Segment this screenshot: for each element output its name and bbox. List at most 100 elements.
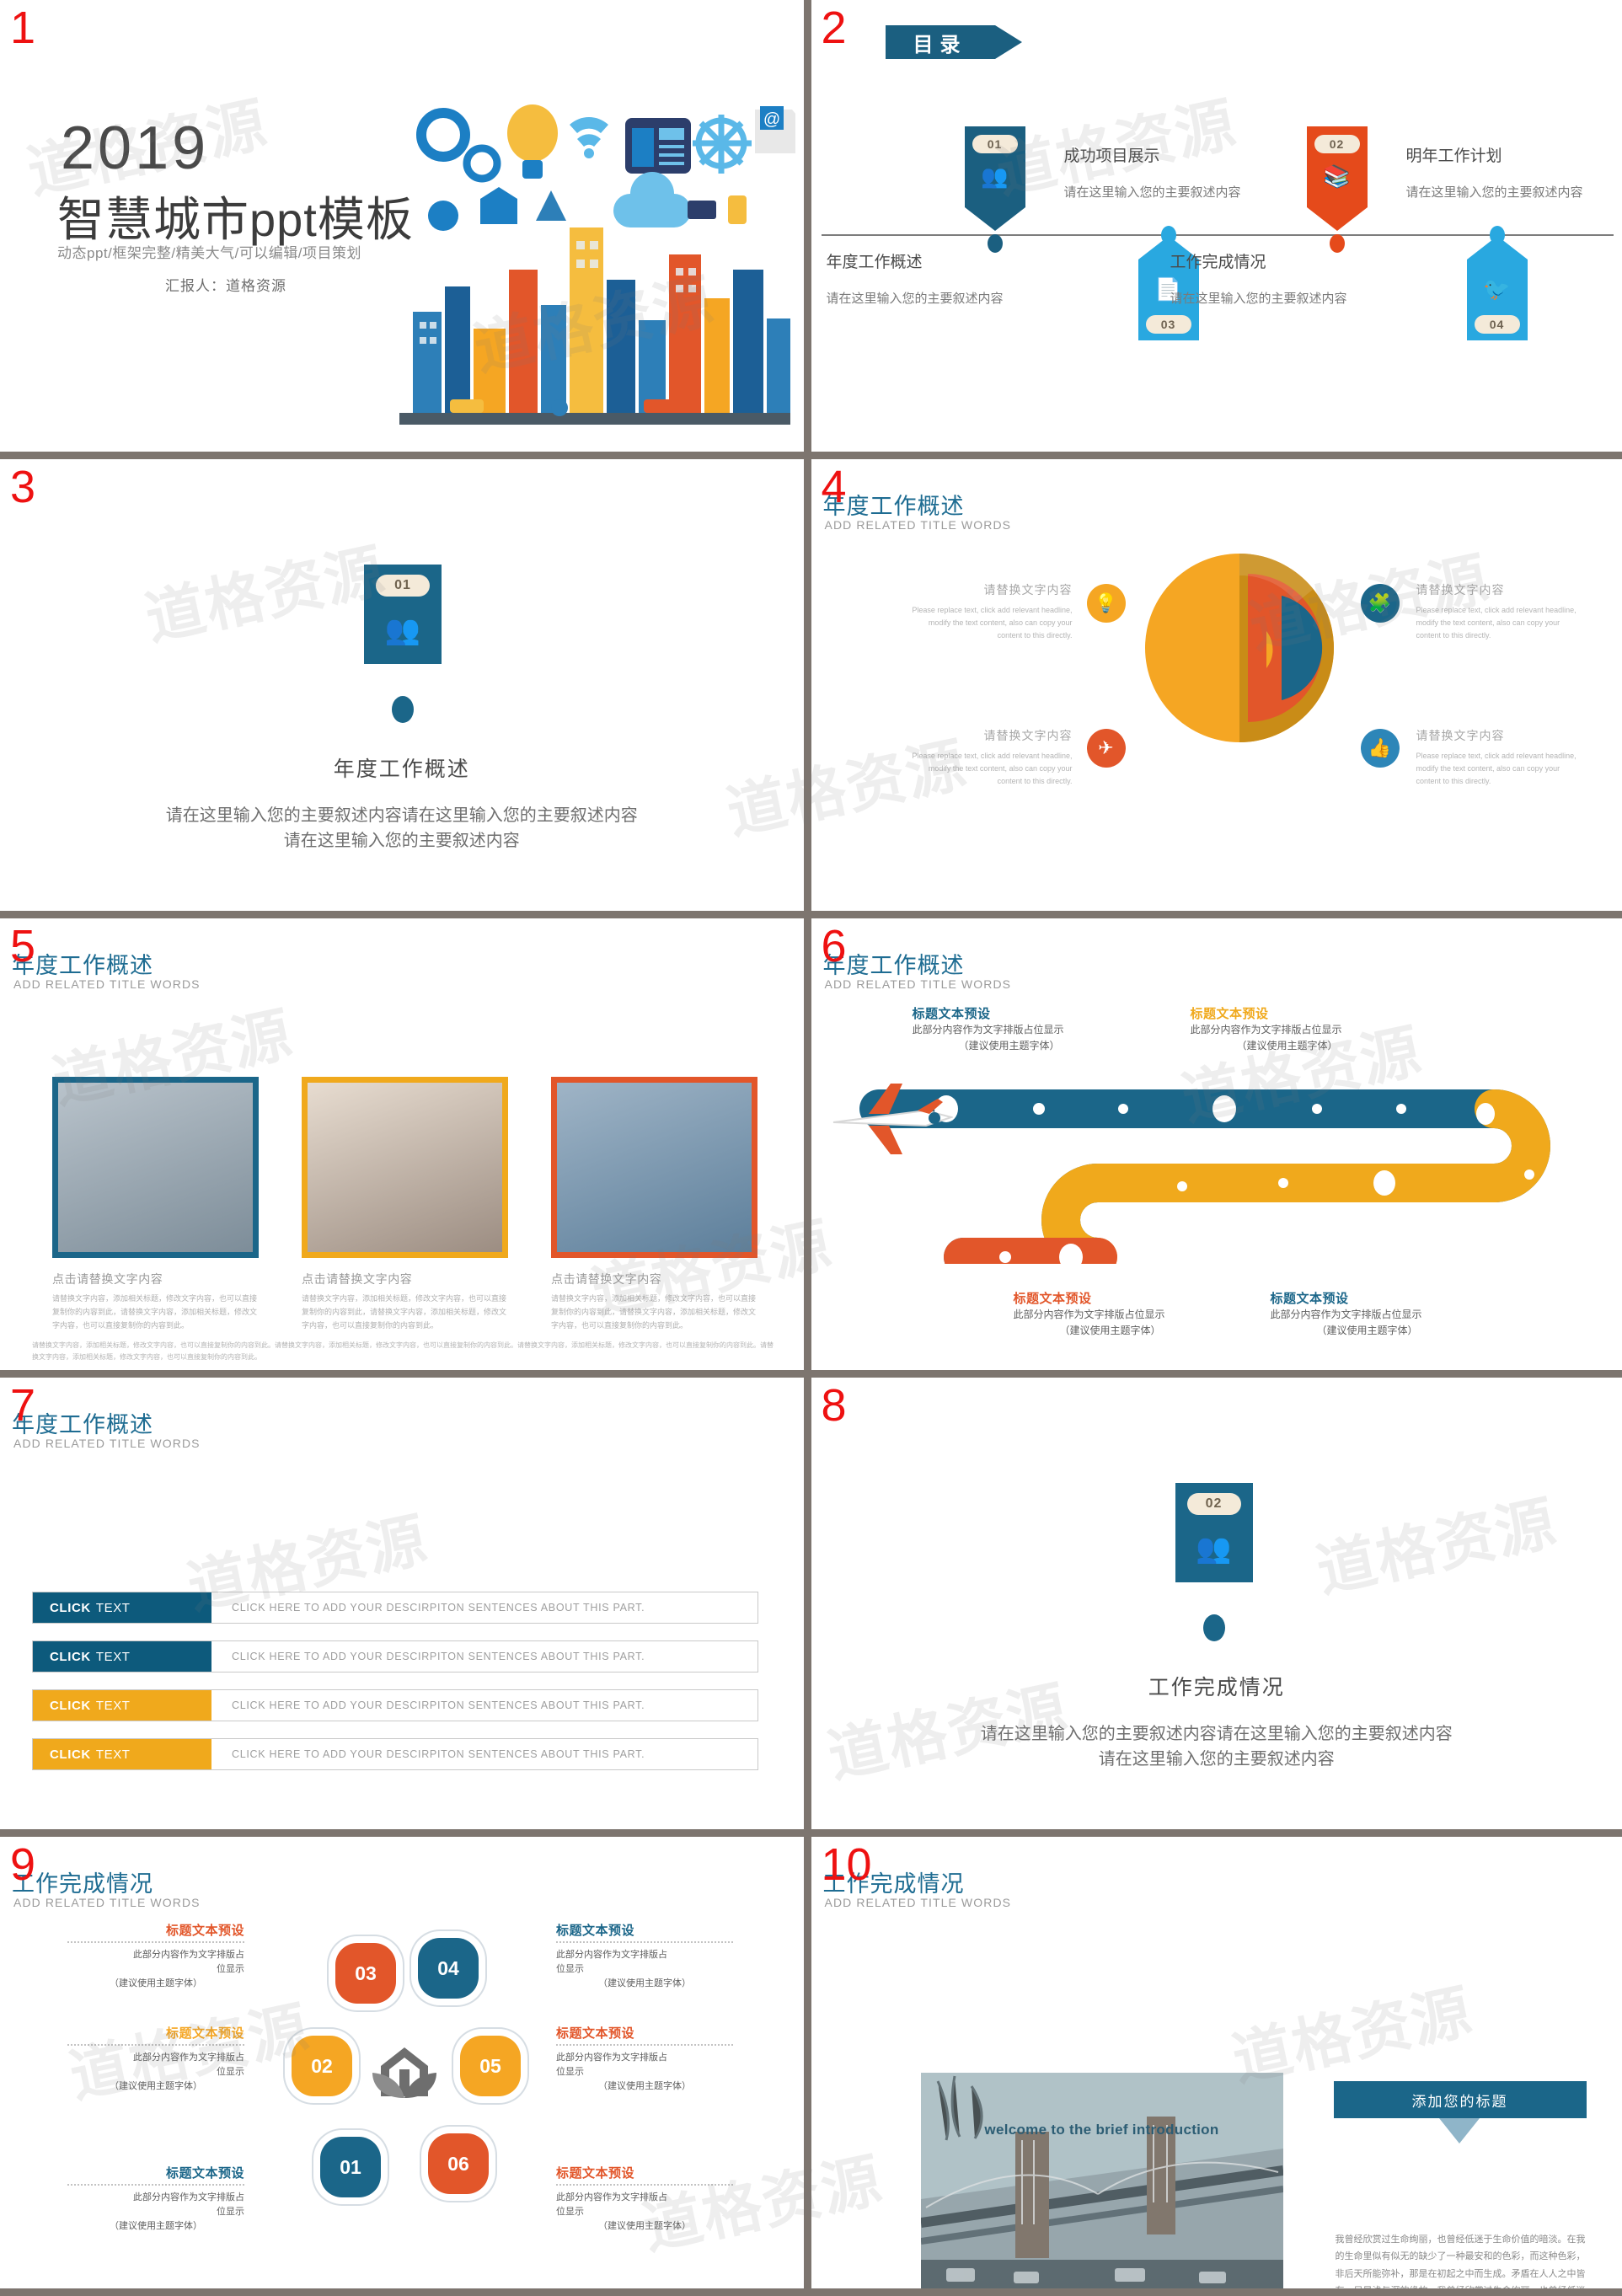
pin-point <box>964 207 1025 231</box>
row-description-2: CLICK HERE TO ADD YOUR DESCIRPITON SENTE… <box>232 1651 645 1662</box>
label-line1: 此部分内容作为文字排版占位显示 <box>912 1024 1064 1036</box>
page-subtitle: ADD RELATED TITLE WORDS <box>824 518 1012 532</box>
slide-number: 7 <box>10 1380 36 1431</box>
row-tag-3: CLICK TEXT <box>33 1690 211 1721</box>
menu-banner-label: 目录 <box>885 25 995 59</box>
node-02[interactable]: 02 <box>292 2036 352 2096</box>
node-01[interactable]: 01 <box>320 2137 381 2197</box>
slide-number: 9 <box>10 1839 36 1890</box>
node-05[interactable]: 05 <box>460 2036 521 2096</box>
hex-label-04: 标题文本预设 此部分内容作为文字排版占 位显示 （建议使用主题字体） <box>556 1921 733 1991</box>
label-title: 标题文本预设 <box>1013 1292 1092 1306</box>
slide-10[interactable]: 10 工作完成情况 ADD RELATED TITLE WORDS welcom… <box>811 1837 1622 2296</box>
label-line1: 此部分内容作为文字排版占 <box>133 2192 244 2202</box>
photo-card-2[interactable] <box>302 1077 508 1258</box>
label-line2: （建议使用主题字体） <box>1236 1039 1338 1052</box>
section-body-line2: 请在这里输入您的主要叙述内容 <box>1098 1750 1335 1769</box>
page-subtitle: ADD RELATED TITLE WORDS <box>13 1896 201 1909</box>
node-06[interactable]: 06 <box>428 2133 489 2194</box>
label-line1: 此部分内容作为文字排版占 <box>556 2192 667 2202</box>
slide-3[interactable]: 3 01 👥 年度工作概述 请在这里输入您的主要叙述内容请在这里输入您的主要叙述… <box>0 459 811 918</box>
menu-pin-01[interactable]: 01 👥 <box>964 126 1025 253</box>
pin-point <box>1306 207 1368 231</box>
tag-bold: CLICK <box>50 1649 91 1664</box>
section-title: 年度工作概述 <box>333 757 470 781</box>
click-text-row-3[interactable]: CLICK TEXT CLICK HERE TO ADD YOUR DESCIRP… <box>32 1689 758 1721</box>
label-line1: 此部分内容作为文字排版占位显示 <box>1270 1309 1422 1320</box>
puzzle-icon: 🧩 <box>1360 584 1400 623</box>
books-icon: 📚 <box>1323 163 1351 189</box>
menu-text-01: 成功项目展示 请在这里输入您的主要叙述内容 <box>1064 143 1258 201</box>
plane-icon: ✈ <box>1086 729 1126 768</box>
slide-8[interactable]: 8 02 👥 工作完成情况 请在这里输入您的主要叙述内容请在这里输入您的主要叙述… <box>811 1378 1622 1837</box>
label-line1: 此部分内容作为文字排版占 <box>133 1950 244 1960</box>
menu-desc: 请在这里输入您的主要叙述内容 <box>826 292 1004 306</box>
menu-pin-02[interactable]: 02 📚 <box>1306 126 1368 253</box>
photo-card-3[interactable] <box>551 1077 757 1258</box>
bridge-photo[interactable]: welcome to the brief introduction <box>920 2073 1283 2288</box>
label-title: 标题文本预设 <box>1270 1292 1349 1306</box>
menu-desc: 请在这里输入您的主要叙述内容 <box>1170 292 1347 306</box>
slide-9[interactable]: 9 工作完成情况 ADD RELATED TITLE WORDS 03 04 0… <box>0 1837 811 2296</box>
tag-bold: CLICK <box>50 1600 91 1615</box>
divider <box>67 2044 244 2046</box>
click-text-row-2[interactable]: CLICK TEXT CLICK HERE TO ADD YOUR DESCIRP… <box>32 1640 758 1672</box>
pin-badge-code: 02 <box>1314 135 1360 153</box>
click-text-row-4[interactable]: CLICK TEXT CLICK HERE TO ADD YOUR DESCIRP… <box>32 1738 758 1770</box>
section-pin: 01 👥 <box>364 565 442 723</box>
photo-caption: welcome to the brief introduction <box>984 2122 1219 2138</box>
bulb-icon: 💡 <box>1086 584 1126 623</box>
node-04[interactable]: 04 <box>418 1938 479 1999</box>
pin-badge-code: 04 <box>1474 315 1520 334</box>
label-line2: （建议使用主题字体） <box>958 1039 1060 1052</box>
divider <box>67 1941 244 1943</box>
block-body: Please replace text, click add relevant … <box>1416 606 1576 640</box>
hex-label-03: 标题文本预设 此部分内容作为文字排版占 位显示 （建议使用主题字体） <box>67 1921 244 1991</box>
label-title: 标题文本预设 <box>165 2026 244 2041</box>
info-block-3: 请替换文字内容 Please replace text, click add r… <box>1416 581 1585 642</box>
slide-1[interactable]: 1 2019 智慧城市ppt模板 动态ppt/框架完整/精美大气/可以编辑/项目… <box>0 0 811 459</box>
row-description-4: CLICK HERE TO ADD YOUR DESCIRPITON SENTE… <box>232 1748 645 1760</box>
click-text-row-1[interactable]: CLICK TEXT CLICK HERE TO ADD YOUR DESCIRP… <box>32 1592 758 1624</box>
node-03[interactable]: 03 <box>335 1943 396 2004</box>
path-label-4: 标题文本预设 此部分内容作为文字排版占位显示 （建议使用主题字体） <box>1271 1289 1464 1338</box>
pin-badge-code: 01 <box>376 575 430 597</box>
photo-caption-1: 点击请替换文字内容 <box>52 1272 163 1286</box>
block-heading: 请替换文字内容 <box>983 583 1073 597</box>
title-bar-pointer <box>1438 2118 1480 2143</box>
label-title: 标题文本预设 <box>912 1007 991 1021</box>
slide-5[interactable]: 5 年度工作概述 ADD RELATED TITLE WORDS 点击请替换文字… <box>0 918 811 1378</box>
label-line2: 位显示 <box>217 2207 244 2218</box>
pin-drop <box>392 696 414 723</box>
bird-icon: 🐦 <box>1483 276 1511 302</box>
label-title: 标题文本预设 <box>165 1924 244 1938</box>
photo-card-1[interactable] <box>52 1077 259 1258</box>
menu-text-03: 年度工作概述 请在这里输入您的主要叙述内容 <box>827 249 1037 307</box>
slide-number: 4 <box>821 462 847 512</box>
label-title: 标题文本预设 <box>165 2166 244 2181</box>
block-body: Please replace text, click add relevant … <box>912 752 1073 785</box>
section-pin: 02 👥 <box>1175 1483 1253 1641</box>
divider <box>556 2044 733 2046</box>
slide-number: 5 <box>10 921 36 971</box>
label-line2: 位显示 <box>556 2207 584 2218</box>
label-line1: 此部分内容作为文字排版占 <box>556 1950 667 1960</box>
slide-2[interactable]: 2 目录 01 👥 成功项目展示 请在这里输入您的主要叙述内容 02 📚 明年工… <box>811 0 1622 459</box>
label-line1: 此部分内容作为文字排版占位显示 <box>1190 1024 1342 1036</box>
description-paragraph: 我曾经欣赏过生命绚丽，也曾经低迷于生命价值的暗淡。在我的生命里似有似无的缺少了一… <box>1335 2234 1586 2288</box>
slide-6[interactable]: 6 年度工作概述 ADD RELATED TITLE WORDS 标题文本预设 … <box>811 918 1622 1378</box>
title-bar: 添加您的标题 <box>1333 2081 1587 2118</box>
block-heading: 请替换文字内容 <box>1416 729 1505 742</box>
segmented-sphere-graphic <box>1144 553 1334 742</box>
menu-desc: 请在这里输入您的主要叙述内容 <box>1063 185 1241 200</box>
people-icon: 👥 <box>384 614 421 646</box>
thumb-icon: 👍 <box>1360 729 1400 768</box>
tag-rest: TEXT <box>95 1747 131 1762</box>
slide-4[interactable]: 4 年度工作概述 ADD RELATED TITLE WORDS 请替换文字内容… <box>811 459 1622 918</box>
label-line3: （建议使用主题字体） <box>110 2221 202 2232</box>
tag-rest: TEXT <box>95 1600 131 1615</box>
section-body-line1: 请在这里输入您的主要叙述内容请在这里输入您的主要叙述内容 <box>165 806 638 825</box>
page-subtitle: ADD RELATED TITLE WORDS <box>13 977 201 991</box>
slide-7[interactable]: 7 年度工作概述 ADD RELATED TITLE WORDS CLICK TE… <box>0 1378 811 1837</box>
cover-title: 智慧城市ppt模板 <box>57 193 414 246</box>
